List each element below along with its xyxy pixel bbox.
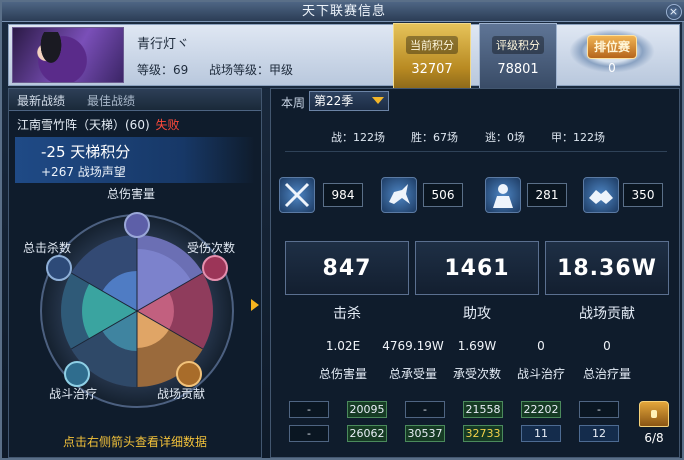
- grid-cell-r1c5: 22202: [521, 401, 561, 418]
- grid-cell-r1c6: -: [579, 401, 619, 418]
- window-titlebar: 天下联赛信息 ×: [2, 2, 684, 22]
- big-stat-assists: 1461: [415, 241, 539, 295]
- summary-wins: 胜：67场: [411, 131, 458, 144]
- big-label-assists: 助攻: [463, 306, 491, 322]
- player-header: 青行灯ヾ 等级：69 战场等级：甲级 当前积分 32707 评级积分 78801…: [8, 23, 680, 99]
- summary-escape: 逃：0场: [485, 131, 525, 144]
- mini-value-total-taken: 4769.19W: [382, 339, 444, 353]
- grid-cell-r2c1: -: [289, 425, 329, 442]
- ladder-points: -25 天梯积分: [41, 143, 131, 161]
- match-row: 江南雪竹阵（天梯）(60) 失败: [9, 115, 261, 135]
- big-label-kills: 击杀: [333, 306, 361, 322]
- expand-arrow-icon[interactable]: [251, 299, 259, 311]
- grid-cell-r2c4: 32733: [463, 425, 503, 442]
- detail-hint: 点击右侧箭头查看详细数据: [62, 435, 207, 449]
- arena-fame: +267 战场声望: [41, 165, 126, 179]
- summary-grade-a: 甲：122场: [551, 131, 605, 144]
- horse-icon: [381, 177, 417, 213]
- mini-value-total-heal: 0: [603, 339, 611, 353]
- orb-hits-taken: [202, 255, 228, 281]
- player-level: 等级：69: [137, 63, 189, 77]
- mini-label-total-taken: 总承受量: [388, 367, 437, 381]
- mini-label-total-heal: 总治疗量: [582, 367, 631, 381]
- season-select[interactable]: 第22季: [309, 91, 389, 111]
- arena-level: 战场等级：甲级: [209, 63, 294, 77]
- mini-label-battle-heal: 战斗治疗: [516, 367, 565, 381]
- record-tabs: 最新战绩 最佳战绩: [9, 89, 261, 111]
- radar-label-total-kills: 总击杀数: [23, 241, 72, 255]
- close-icon[interactable]: ×: [666, 4, 682, 20]
- ladder-result-box: -25 天梯积分 +267 战场声望: [15, 137, 255, 183]
- tab-best-record[interactable]: 最佳战绩: [87, 92, 135, 109]
- week-label: 本周: [281, 96, 306, 110]
- stat-support-value: 350: [623, 183, 663, 207]
- window-title: 天下联赛信息: [301, 4, 386, 19]
- mini-value-hits-taken: 1.69W: [457, 339, 497, 353]
- radar-label-total-damage: 总伤害量: [107, 187, 156, 201]
- grid-cell-r2c2: 26062: [347, 425, 387, 442]
- grid-cell-r1c3: -: [405, 401, 445, 418]
- recent-record-panel: 最新战绩 最佳战绩 江南雪竹阵（天梯）(60) 失败 -25 天梯积分 +267…: [8, 88, 262, 458]
- ranked-match-badge[interactable]: 排位赛 0: [569, 25, 655, 83]
- battle-summary: 战：122场 胜：67场 逃：0场 甲：122场: [331, 129, 631, 145]
- radar-label-battle-heal: 战斗治疗: [49, 387, 98, 401]
- league-info-window: 天下联赛信息 × 青行灯ヾ 等级：69 战场等级：甲级 当前积分 32707 评…: [0, 0, 684, 460]
- mini-label-total-damage: 总伤害量: [318, 367, 367, 381]
- warrior-icon: [485, 177, 521, 213]
- match-name: 江南雪竹阵（天梯）(60): [17, 118, 150, 132]
- mini-value-total-damage: 1.02E: [325, 339, 361, 353]
- grid-cell-r2c3: 30537: [405, 425, 445, 442]
- grid-cell-r1c4: 21558: [463, 401, 503, 418]
- ranked-match-label: 排位赛: [587, 35, 637, 59]
- handshake-icon: [583, 177, 619, 213]
- summary-battles: 战：122场: [331, 131, 385, 144]
- orb-total-damage: [124, 212, 150, 238]
- orb-contribution: [176, 361, 202, 387]
- current-points-label: 当前积分: [406, 36, 458, 54]
- divider: [285, 151, 667, 152]
- stat-defense-value: 281: [527, 183, 567, 207]
- chest-count: 6/8: [644, 431, 664, 445]
- avatar: [12, 27, 124, 83]
- stat-kills-value: 984: [323, 183, 363, 207]
- radar-label-hits-taken: 受伤次数: [187, 241, 236, 255]
- big-stat-contribution: 18.36W: [545, 241, 669, 295]
- grid-cell-r1c1: -: [289, 401, 329, 418]
- season-value: 第22季: [314, 94, 354, 108]
- rating-points-label: 评级积分: [492, 36, 544, 54]
- crossed-swords-icon: [279, 177, 315, 213]
- radar-label-contribution: 战场贡献: [157, 387, 206, 401]
- mini-label-hits-taken: 承受次数: [452, 367, 501, 381]
- treasure-chest-icon[interactable]: [639, 401, 669, 427]
- big-stat-kills: 847: [285, 241, 409, 295]
- big-label-contribution: 战场贡献: [579, 306, 635, 322]
- current-points-value: 32707: [411, 62, 453, 77]
- ranked-match-value: 0: [608, 61, 616, 75]
- grid-cell-r2c5: 11: [521, 425, 561, 442]
- stat-assists-value: 506: [423, 183, 463, 207]
- chevron-down-icon: [372, 97, 384, 104]
- match-result: 失败: [155, 118, 180, 132]
- performance-radar: 总伤害量 受伤次数 总击杀数 战斗治疗 战场贡献: [19, 187, 255, 425]
- rating-points-value: 78801: [497, 62, 539, 77]
- orb-total-kills: [46, 255, 72, 281]
- grid-cell-r2c6: 12: [579, 425, 619, 442]
- player-name: 青行灯ヾ: [137, 37, 190, 52]
- orb-battle-heal: [64, 361, 90, 387]
- tab-recent-record[interactable]: 最新战绩: [17, 92, 65, 109]
- grid-cell-r1c2: 20095: [347, 401, 387, 418]
- season-stats-panel: 本周 第22季 战：122场 胜：67场 逃：0场 甲：122场 984 506…: [270, 88, 680, 458]
- mini-value-battle-heal: 0: [537, 339, 545, 353]
